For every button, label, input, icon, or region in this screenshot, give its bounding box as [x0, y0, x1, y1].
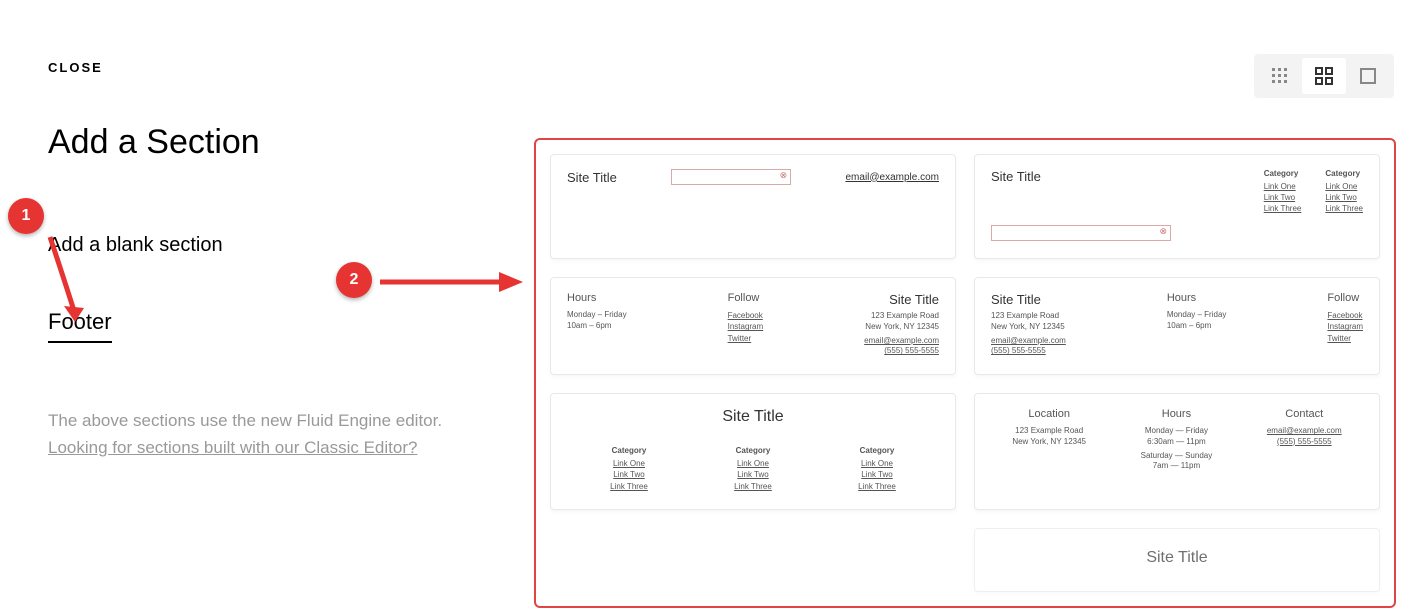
site-title: Site Title	[991, 292, 1066, 307]
hours-header: Hours	[1141, 408, 1213, 420]
link: Link Two	[1264, 192, 1302, 203]
link: Link One	[1264, 181, 1302, 192]
site-title: Site Title	[864, 292, 939, 307]
contact-links: email@example.com(555) 555-5555	[864, 336, 939, 357]
category-header: Category	[858, 446, 896, 455]
search-input	[671, 169, 791, 185]
grid-small-icon	[1271, 67, 1289, 85]
single-icon	[1359, 67, 1377, 85]
hours-text: Monday — Friday6:30am — 11pm Saturday — …	[1141, 426, 1213, 472]
address: 123 Example RoadNew York, NY 12345	[1012, 426, 1086, 447]
classic-editor-link[interactable]: Looking for sections built with our Clas…	[48, 438, 417, 457]
annotation-1-arrow-icon	[30, 232, 90, 332]
view-grid-small-button[interactable]	[1258, 58, 1302, 94]
social-links: FacebookInstagramTwitter	[728, 310, 764, 344]
footer-template-4[interactable]: Site Title 123 Example RoadNew York, NY …	[974, 277, 1380, 375]
hours-text: Monday – Friday10am – 6pm	[1167, 310, 1227, 331]
close-button[interactable]: CLOSE	[48, 60, 493, 75]
category-header: Category	[610, 446, 648, 455]
email-link: email@example.com	[845, 172, 939, 183]
contact-links: email@example.com(555) 555-5555	[991, 336, 1066, 357]
annotation-badge: 1	[8, 198, 44, 234]
category-header: Category	[1325, 169, 1363, 178]
link-list: Link One Link Two Link Three	[1325, 181, 1363, 215]
footer-template-1[interactable]: Site Title email@example.com	[550, 154, 956, 259]
footer-template-7[interactable]: Site Title	[974, 528, 1380, 592]
link: Link Two	[1325, 192, 1363, 203]
view-toggle	[1254, 54, 1394, 98]
link-list: Link OneLink TwoLink Three	[610, 458, 648, 492]
view-grid-large-button[interactable]	[1302, 58, 1346, 94]
search-input	[991, 225, 1171, 241]
category-header: Category	[734, 446, 772, 455]
site-title: Site Title	[567, 170, 617, 185]
link: Link Three	[1264, 203, 1302, 214]
location-header: Location	[1012, 408, 1086, 420]
follow-header: Follow	[728, 292, 764, 304]
footer-template-5[interactable]: Site Title Category Link OneLink TwoLink…	[550, 393, 956, 510]
note-prefix: The above sections use the new Fluid Eng…	[48, 411, 442, 430]
contact-links: email@example.com(555) 555-5555	[1267, 426, 1342, 447]
link: Link One	[1325, 181, 1363, 192]
link: Link Three	[1325, 203, 1363, 214]
social-links: FacebookInstagramTwitter	[1327, 310, 1363, 344]
page-title: Add a Section	[48, 123, 493, 162]
add-blank-section-button[interactable]: Add a blank section	[48, 234, 493, 257]
link-list: Link OneLink TwoLink Three	[858, 458, 896, 492]
category-header: Category	[1264, 169, 1302, 178]
contact-header: Contact	[1267, 408, 1342, 420]
view-single-button[interactable]	[1346, 58, 1390, 94]
footer-template-3[interactable]: Hours Monday – Friday10am – 6pm Follow F…	[550, 277, 956, 375]
hours-text: Monday – Friday10am – 6pm	[567, 310, 627, 331]
site-title: Site Title	[567, 408, 939, 426]
follow-header: Follow	[1327, 292, 1363, 304]
site-title: Site Title	[991, 169, 1041, 184]
annotation-2: 2	[336, 262, 372, 298]
address: 123 Example RoadNew York, NY 12345	[864, 311, 939, 332]
hours-header: Hours	[1167, 292, 1227, 304]
footer-template-6[interactable]: Location 123 Example RoadNew York, NY 12…	[974, 393, 1380, 510]
templates-grid: Site Title email@example.com Site Title …	[534, 138, 1396, 608]
link-list: Link One Link Two Link Three	[1264, 181, 1302, 215]
link-list: Link OneLink TwoLink Three	[734, 458, 772, 492]
address: 123 Example RoadNew York, NY 12345	[991, 311, 1066, 332]
site-title: Site Title	[995, 549, 1359, 567]
annotation-badge: 2	[336, 262, 372, 298]
note-text: The above sections use the new Fluid Eng…	[48, 407, 493, 461]
annotation-2-arrow-icon	[375, 270, 535, 300]
footer-template-2[interactable]: Site Title Category Link One Link Two Li…	[974, 154, 1380, 259]
annotation-1: 1	[8, 198, 44, 234]
grid-large-icon	[1315, 67, 1333, 85]
hours-header: Hours	[567, 292, 627, 304]
